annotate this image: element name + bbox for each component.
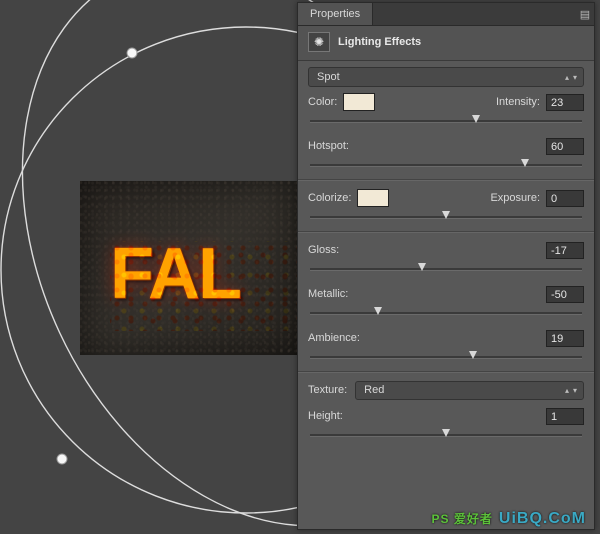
effect-icon: ✺	[308, 32, 330, 52]
slider-thumb-icon	[469, 351, 477, 359]
color-label: Color:	[308, 96, 337, 108]
ambience-slider[interactable]	[310, 349, 582, 365]
metallic-label: Metallic:	[308, 288, 348, 300]
slider-thumb-icon	[442, 211, 450, 219]
intensity-slider[interactable]	[310, 113, 582, 129]
panel-flyout-menu-icon[interactable]: ▤	[576, 8, 594, 21]
colorize-label: Colorize:	[308, 192, 351, 204]
hotspot-value[interactable]: 60	[546, 138, 584, 155]
divider	[298, 371, 594, 373]
hotspot-label: Hotspot:	[308, 140, 349, 152]
exposure-label: Exposure:	[490, 192, 540, 204]
panel-header: ✺ Lighting Effects	[298, 26, 594, 60]
texture-value: Red	[364, 384, 384, 396]
exposure-value[interactable]: 0	[546, 190, 584, 207]
tab-properties[interactable]: Properties	[298, 3, 373, 25]
color-swatch[interactable]	[343, 93, 375, 111]
slider-thumb-icon	[418, 263, 426, 271]
slider-thumb-icon	[521, 159, 529, 167]
height-label: Height:	[308, 410, 343, 422]
panel-title: Lighting Effects	[338, 36, 421, 48]
gloss-label: Gloss:	[308, 244, 339, 256]
height-slider[interactable]	[310, 427, 582, 443]
metallic-slider[interactable]	[310, 305, 582, 321]
gloss-value[interactable]: -17	[546, 242, 584, 259]
hotspot-slider[interactable]	[310, 157, 582, 173]
panel-tabbar: Properties ▤	[298, 3, 594, 26]
preview-text: FAL	[110, 233, 240, 315]
intensity-value[interactable]: 23	[546, 94, 584, 111]
slider-thumb-icon	[442, 429, 450, 437]
light-type-value: Spot	[317, 71, 340, 83]
dropdown-caret-icon	[565, 384, 577, 396]
divider	[298, 179, 594, 181]
colorize-swatch[interactable]	[357, 189, 389, 207]
light-type-select[interactable]: Spot	[308, 67, 584, 87]
effect-preview: FAL	[80, 181, 300, 355]
slider-thumb-icon	[374, 307, 382, 315]
exposure-slider[interactable]	[310, 209, 582, 225]
texture-select[interactable]: Red	[355, 381, 584, 400]
intensity-label: Intensity:	[496, 96, 540, 108]
ambience-label: Ambience:	[308, 332, 360, 344]
panel-body: Spot Color: Intensity: 23 Hotspot: 60	[298, 60, 594, 529]
slider-thumb-icon	[472, 115, 480, 123]
dropdown-caret-icon	[565, 71, 577, 83]
gloss-slider[interactable]	[310, 261, 582, 277]
properties-panel: Properties ▤ ✺ Lighting Effects Spot Col…	[297, 2, 595, 530]
texture-label: Texture:	[308, 384, 347, 396]
metallic-value[interactable]: -50	[546, 286, 584, 303]
height-value[interactable]: 1	[546, 408, 584, 425]
ambience-value[interactable]: 19	[546, 330, 584, 347]
divider	[298, 231, 594, 233]
